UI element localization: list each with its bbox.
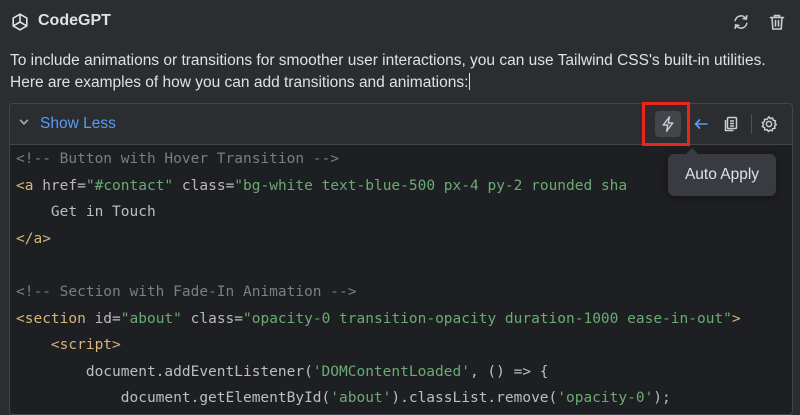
- code-token: <!-- Button with Hover Transition -->: [16, 151, 340, 167]
- openai-logo-icon: [10, 12, 30, 32]
- code-token: 'about': [330, 390, 392, 407]
- code-token: <section: [16, 310, 95, 327]
- code-line: <section id="about" class="opacity-0 tra…: [10, 306, 792, 333]
- code-token: 'opacity-0': [557, 390, 654, 407]
- code-block: Show Less <!-- Button with Hover Transit…: [9, 103, 793, 415]
- app-title: CodeGPT: [38, 12, 111, 29]
- code-token: =: [112, 310, 121, 327]
- header-bar: CodeGPT: [0, 0, 800, 44]
- code-token: =: [77, 177, 86, 194]
- code-token: </a>: [16, 230, 51, 247]
- code-token: =: [234, 310, 244, 327]
- code-line: <script>: [10, 332, 792, 359]
- copy-icon[interactable]: [718, 111, 744, 137]
- arrow-left-icon[interactable]: [688, 111, 714, 137]
- code-token: class: [181, 177, 226, 194]
- toolbar-divider: [751, 114, 752, 134]
- code-token: Get in Touch: [16, 204, 156, 221]
- code-token: <a: [16, 177, 43, 194]
- code-token: <script>: [50, 337, 121, 354]
- code-token: id: [94, 310, 113, 327]
- code-token: <!-- Section with Fade-In Animation -->: [16, 283, 357, 300]
- auto-apply-tooltip: Auto Apply: [668, 148, 776, 196]
- show-less-label: Show Less: [40, 115, 116, 132]
- code-token: "#contact": [85, 177, 174, 194]
- code-token: class: [190, 310, 235, 327]
- trash-icon[interactable]: [766, 11, 788, 33]
- gear-icon[interactable]: [756, 111, 782, 137]
- code-token: , () => {: [469, 363, 549, 380]
- code-token: document.getElementById(: [16, 390, 331, 407]
- code-token: document.addEventListener(: [16, 363, 313, 380]
- code-line: document.getElementById('about').classLi…: [10, 385, 792, 412]
- chevron-down-icon: [18, 115, 30, 133]
- code-line: Get in Touch: [10, 199, 792, 226]
- code-line: document.addEventListener('DOMContentLoa…: [10, 359, 792, 386]
- code-token: 'DOMContentLoaded': [312, 363, 470, 380]
- tooltip-text: Auto Apply: [684, 166, 760, 183]
- code-token: >: [731, 310, 741, 327]
- code-line: <!-- Section with Fade-In Animation -->: [10, 279, 792, 306]
- show-less-toggle[interactable]: Show Less: [18, 104, 116, 144]
- text-cursor: [469, 73, 471, 90]
- code-token: );: [653, 390, 671, 407]
- message-text: To include animations or transitions for…: [10, 52, 766, 91]
- highlight-box: [642, 102, 690, 146]
- code-token: href: [42, 177, 78, 194]
- assistant-message: To include animations or transitions for…: [10, 50, 790, 94]
- code-token: "bg-white text-blue-500 px-4 py-2 rounde…: [234, 177, 628, 194]
- code-token: "opacity-0 transition-opacity duration-1…: [243, 310, 732, 327]
- code-token: =: [225, 177, 235, 194]
- code-line: </a>: [10, 226, 792, 253]
- code-token: "about": [120, 310, 182, 327]
- refresh-icon[interactable]: [730, 11, 752, 33]
- code-token: ).classList.remove(: [391, 390, 558, 407]
